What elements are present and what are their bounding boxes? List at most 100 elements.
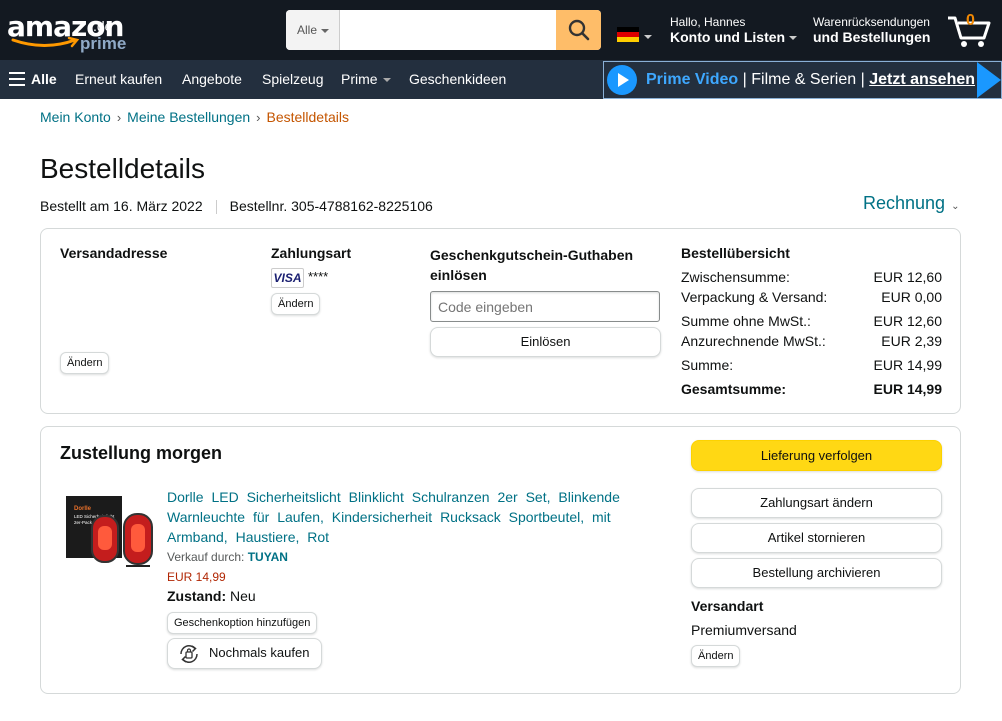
- summary-row: Summe: EUR 14,99: [681, 357, 942, 373]
- chevron-down-icon: [789, 36, 798, 41]
- summary-value: EUR 2,39: [881, 333, 942, 349]
- cart-button[interactable]: 0: [946, 10, 994, 50]
- nav-prime-label: Prime: [341, 71, 378, 87]
- promo-cta-link[interactable]: Jetzt ansehen: [869, 71, 975, 88]
- breadcrumb-my-orders[interactable]: Meine Bestellungen: [127, 109, 250, 125]
- shipping-type-change-button[interactable]: Ändern: [691, 645, 741, 667]
- logo-tld: .de: [93, 18, 113, 34]
- svg-text:2er-Pack: 2er-Pack: [74, 520, 93, 525]
- promo-brand: Prime Video: [646, 71, 739, 88]
- gift-code-input[interactable]: [430, 291, 660, 322]
- summary-total-value: EUR 14,99: [873, 381, 942, 397]
- summary-label: Verpackung & Versand:: [681, 289, 828, 305]
- chevron-down-icon: ⌄: [951, 201, 960, 212]
- breadcrumb-current: Bestelldetails: [266, 109, 350, 125]
- nav-item-deals[interactable]: Angebote: [182, 60, 242, 99]
- search-category-label: Alle: [297, 23, 318, 37]
- orders-line1: Warenrücksendungen: [813, 15, 930, 29]
- condition-value: Neu: [230, 588, 256, 604]
- summary-value: EUR 12,60: [873, 313, 942, 329]
- archive-order-button[interactable]: Bestellung archivieren: [691, 558, 942, 588]
- summary-total-row: Gesamtsumme: EUR 14,99: [681, 381, 942, 397]
- svg-text:Dorlle: Dorlle: [74, 506, 92, 512]
- condition-label: Zustand:: [167, 588, 227, 604]
- seller-info: Verkauf durch: TUYAN: [167, 550, 288, 564]
- account-menu[interactable]: Hallo, Hannes Konto und Listen: [670, 15, 798, 46]
- prime-video-promo-banner[interactable]: Prime Video | Filme & Serien | Jetzt ans…: [603, 61, 1002, 99]
- track-package-button[interactable]: Lieferung verfolgen: [691, 440, 942, 471]
- divider: [215, 200, 217, 215]
- nav-item-toys[interactable]: Spielzeug: [262, 60, 324, 99]
- nav-item-buy-again[interactable]: Erneut kaufen: [75, 60, 162, 99]
- summary-value: EUR 12,60: [873, 269, 942, 285]
- product-photo: Dorlle LED Sicherheitslicht 2er-Pack: [66, 496, 153, 567]
- returns-orders-link[interactable]: Warenrücksendungen und Bestellungen: [813, 15, 930, 46]
- order-date: Bestellt am 16. März 2022: [40, 198, 203, 214]
- logo-prime: prime: [80, 34, 127, 53]
- search-button[interactable]: [556, 10, 601, 50]
- order-meta: Bestellt am 16. März 2022 Bestellnr. 305-…: [40, 198, 433, 215]
- summary-label: Zwischensumme:: [681, 269, 790, 285]
- shipping-type-value: Premiumversand: [691, 622, 797, 638]
- hamburger-icon: [9, 72, 25, 86]
- nav-all-label: Alle: [31, 71, 57, 87]
- nav-all-menu[interactable]: Alle: [9, 60, 57, 99]
- invoice-dropdown[interactable]: Rechnung ⌄: [863, 193, 959, 214]
- product-title-link[interactable]: Dorlle LED Sicherheitslicht Blinklicht S…: [167, 487, 637, 547]
- summary-row: Verpackung & Versand: EUR 0,00: [681, 289, 942, 305]
- payment-change-button[interactable]: Ändern: [271, 293, 321, 315]
- invoice-label: Rechnung: [863, 193, 946, 213]
- arrow-right-icon: [977, 62, 1001, 98]
- search-input[interactable]: [340, 10, 556, 50]
- order-number: Bestellnr. 305-4788162-8225106: [229, 198, 433, 214]
- buy-again-icon: [180, 645, 198, 663]
- summary-value: EUR 14,99: [873, 357, 942, 373]
- shipping-address-change-button[interactable]: Ändern: [60, 352, 110, 374]
- payment-method-title: Zahlungsart: [271, 245, 352, 261]
- visa-card-icon: VISA: [271, 268, 304, 288]
- amazon-logo[interactable]: amazon .de prime: [7, 10, 127, 54]
- account-lists-label: Konto und Listen: [670, 29, 786, 45]
- product-condition: Zustand: Neu: [167, 588, 256, 604]
- smile-arrow-icon: [11, 37, 80, 48]
- cart-count: 0: [966, 12, 975, 29]
- seller-label: Verkauf durch:: [167, 550, 248, 564]
- summary-row: Zwischensumme: EUR 12,60: [681, 269, 942, 285]
- buy-again-button[interactable]: Nochmals kaufen: [167, 638, 322, 669]
- nav-item-prime[interactable]: Prime: [341, 60, 391, 99]
- chevron-down-icon: [382, 78, 391, 83]
- seller-link[interactable]: TUYAN: [248, 550, 288, 564]
- search-icon: [568, 19, 589, 41]
- order-overview-title: Bestellübersicht: [681, 245, 790, 261]
- language-flag-icon[interactable]: [617, 27, 639, 42]
- orders-line2: und Bestellungen: [813, 29, 931, 45]
- product-price: EUR 14,99: [167, 570, 226, 584]
- summary-label: Anzurechnende MwSt.:: [681, 333, 826, 349]
- redeem-button[interactable]: Einlösen: [430, 327, 661, 357]
- card-mask: ****: [308, 269, 329, 284]
- summary-total-label: Gesamtsumme:: [681, 381, 787, 397]
- cancel-items-button[interactable]: Artikel stornieren: [691, 523, 942, 553]
- change-payment-button[interactable]: Zahlungsart ändern: [691, 488, 942, 518]
- shipping-address-title: Versandadresse: [60, 245, 168, 261]
- breadcrumb: Mein Konto › Meine Bestellungen › Bestelldet…: [40, 109, 349, 125]
- product-image[interactable]: Dorlle LED Sicherheitslicht 2er-Pack: [62, 490, 158, 572]
- add-gift-option-button[interactable]: Geschenkoption hinzufügen: [167, 612, 318, 634]
- breadcrumb-separator-icon: ›: [256, 110, 261, 125]
- shipping-type-title: Versandart: [691, 598, 764, 614]
- breadcrumb-separator-icon: ›: [116, 110, 122, 125]
- top-header: amazon .de prime Alle Hallo, Hannes Kont…: [0, 0, 1002, 60]
- search-bar: Alle: [286, 10, 601, 50]
- delivery-status-title: Zustellung morgen: [60, 443, 222, 463]
- nav-item-gift-ideas[interactable]: Geschenkideen: [409, 60, 506, 99]
- breadcrumb-my-account[interactable]: Mein Konto: [40, 109, 111, 125]
- promo-text: Prime Video | Filme & Serien | Jetzt ans…: [646, 62, 975, 98]
- buy-again-label: Nochmals kaufen: [209, 645, 310, 660]
- summary-row: Summe ohne MwSt.: EUR 12,60: [681, 313, 942, 329]
- summary-row: Anzurechnende MwSt.: EUR 2,39: [681, 333, 942, 349]
- promo-middle: | Filme & Serien |: [738, 71, 870, 88]
- chevron-down-icon: [321, 28, 330, 33]
- summary-label: Summe ohne MwSt.:: [681, 313, 811, 329]
- search-category-dropdown[interactable]: Alle: [286, 10, 340, 50]
- gift-card-title: Geschenkgutschein-Guthaben einlösen: [430, 247, 634, 283]
